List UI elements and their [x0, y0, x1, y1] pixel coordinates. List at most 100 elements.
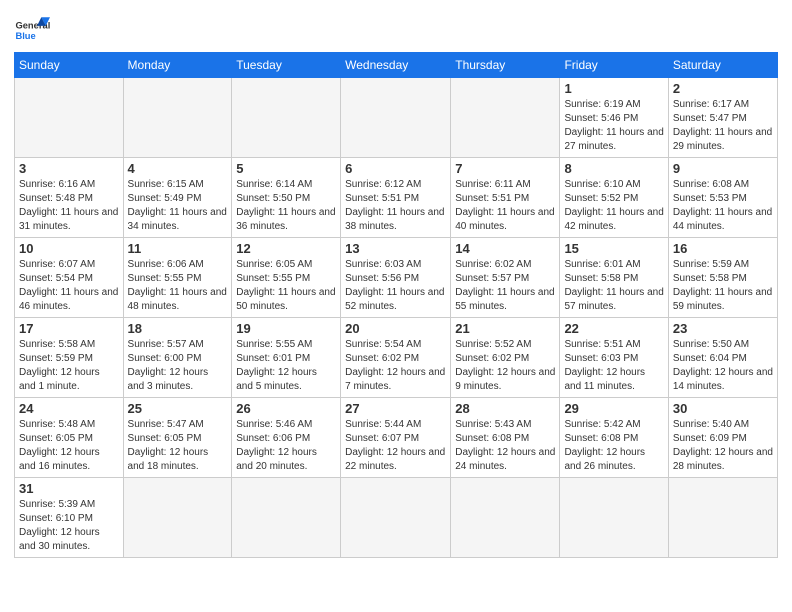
calendar-week-4: 24Sunrise: 5:48 AM Sunset: 6:05 PM Dayli… — [15, 398, 778, 478]
logo: General Blue — [14, 10, 50, 46]
day-info: Sunrise: 6:12 AM Sunset: 5:51 PM Dayligh… — [345, 178, 446, 234]
calendar-cell — [341, 478, 451, 558]
day-info: Sunrise: 5:54 AM Sunset: 6:02 PM Dayligh… — [345, 338, 446, 394]
calendar-cell: 14 Sunrise: 6:02 AM Sunset: 5:57 PM Dayli… — [451, 238, 560, 318]
calendar-week-1: 3 Sunrise: 6:16 AM Sunset: 5:48 PM Daylig… — [15, 158, 778, 238]
calendar-week-3: 17Sunrise: 5:58 AM Sunset: 5:59 PM Dayli… — [15, 318, 778, 398]
day-number: 31 — [19, 481, 119, 496]
calendar-cell — [668, 478, 777, 558]
calendar-cell — [232, 478, 341, 558]
calendar-cell: 18 Sunrise: 5:57 AM Sunset: 6:00 PM Dayli… — [123, 318, 232, 398]
day-info: Sunrise: 6:03 AM Sunset: 5:56 PM Dayligh… — [345, 258, 446, 314]
weekday-header-friday: Friday — [560, 53, 668, 78]
calendar-cell: 19Sunrise: 5:55 AM Sunset: 6:01 PM Dayli… — [232, 318, 341, 398]
weekday-header-sunday: Sunday — [15, 53, 124, 78]
header: General Blue — [14, 10, 778, 46]
day-info: Sunrise: 6:16 AM Sunset: 5:48 PM Dayligh… — [19, 178, 119, 234]
calendar-cell: 30 Sunrise: 5:40 AM Sunset: 6:09 PM Dayli… — [668, 398, 777, 478]
weekday-header-wednesday: Wednesday — [341, 53, 451, 78]
svg-text:Blue: Blue — [15, 31, 35, 41]
day-number: 18 — [128, 321, 228, 336]
day-number: 11 — [128, 241, 228, 256]
day-number: 15 — [564, 241, 663, 256]
day-info: Sunrise: 6:06 AM Sunset: 5:55 PM Dayligh… — [128, 258, 228, 314]
calendar-cell — [451, 478, 560, 558]
calendar-cell: 15 Sunrise: 6:01 AM Sunset: 5:58 PM Dayli… — [560, 238, 668, 318]
day-info: Sunrise: 5:40 AM Sunset: 6:09 PM Dayligh… — [673, 418, 773, 474]
day-info: Sunrise: 6:02 AM Sunset: 5:57 PM Dayligh… — [455, 258, 555, 314]
calendar-cell: 27Sunrise: 5:44 AM Sunset: 6:07 PM Dayli… — [341, 398, 451, 478]
calendar-cell — [123, 478, 232, 558]
day-number: 12 — [236, 241, 336, 256]
calendar-cell: 10Sunrise: 6:07 AM Sunset: 5:54 PM Dayli… — [15, 238, 124, 318]
calendar-cell — [560, 478, 668, 558]
day-info: Sunrise: 6:10 AM Sunset: 5:52 PM Dayligh… — [564, 178, 663, 234]
calendar-cell — [232, 78, 341, 158]
calendar-cell — [15, 78, 124, 158]
weekday-header-tuesday: Tuesday — [232, 53, 341, 78]
day-number: 28 — [455, 401, 555, 416]
day-info: Sunrise: 6:01 AM Sunset: 5:58 PM Dayligh… — [564, 258, 663, 314]
day-number: 8 — [564, 161, 663, 176]
calendar-cell: 16 Sunrise: 5:59 AM Sunset: 5:58 PM Dayli… — [668, 238, 777, 318]
day-number: 4 — [128, 161, 228, 176]
weekday-header-thursday: Thursday — [451, 53, 560, 78]
day-info: Sunrise: 5:57 AM Sunset: 6:00 PM Dayligh… — [128, 338, 228, 394]
calendar-cell: 24Sunrise: 5:48 AM Sunset: 6:05 PM Dayli… — [15, 398, 124, 478]
day-info: Sunrise: 5:55 AM Sunset: 6:01 PM Dayligh… — [236, 338, 336, 394]
calendar-cell: 29Sunrise: 5:42 AM Sunset: 6:08 PM Dayli… — [560, 398, 668, 478]
day-number: 5 — [236, 161, 336, 176]
calendar-cell — [123, 78, 232, 158]
calendar-cell: 12 Sunrise: 6:05 AM Sunset: 5:55 PM Dayli… — [232, 238, 341, 318]
calendar-cell: 21 Sunrise: 5:52 AM Sunset: 6:02 PM Dayli… — [451, 318, 560, 398]
calendar-week-5: 31Sunrise: 5:39 AM Sunset: 6:10 PM Dayli… — [15, 478, 778, 558]
day-number: 23 — [673, 321, 773, 336]
calendar-cell: 17Sunrise: 5:58 AM Sunset: 5:59 PM Dayli… — [15, 318, 124, 398]
day-info: Sunrise: 5:48 AM Sunset: 6:05 PM Dayligh… — [19, 418, 119, 474]
day-info: Sunrise: 5:50 AM Sunset: 6:04 PM Dayligh… — [673, 338, 773, 394]
day-info: Sunrise: 5:52 AM Sunset: 6:02 PM Dayligh… — [455, 338, 555, 394]
day-number: 13 — [345, 241, 446, 256]
calendar-cell: 5Sunrise: 6:14 AM Sunset: 5:50 PM Daylig… — [232, 158, 341, 238]
day-number: 22 — [564, 321, 663, 336]
day-info: Sunrise: 6:17 AM Sunset: 5:47 PM Dayligh… — [673, 98, 773, 154]
day-number: 20 — [345, 321, 446, 336]
calendar-cell: 11 Sunrise: 6:06 AM Sunset: 5:55 PM Dayli… — [123, 238, 232, 318]
calendar-cell — [341, 78, 451, 158]
calendar-cell: 7 Sunrise: 6:11 AM Sunset: 5:51 PM Daylig… — [451, 158, 560, 238]
day-info: Sunrise: 5:58 AM Sunset: 5:59 PM Dayligh… — [19, 338, 119, 394]
day-number: 14 — [455, 241, 555, 256]
weekday-header-saturday: Saturday — [668, 53, 777, 78]
day-number: 7 — [455, 161, 555, 176]
day-number: 2 — [673, 81, 773, 96]
day-number: 16 — [673, 241, 773, 256]
logo-icon: General Blue — [14, 10, 50, 46]
calendar-cell: 31Sunrise: 5:39 AM Sunset: 6:10 PM Dayli… — [15, 478, 124, 558]
calendar-cell — [451, 78, 560, 158]
day-info: Sunrise: 6:05 AM Sunset: 5:55 PM Dayligh… — [236, 258, 336, 314]
calendar-cell: 26Sunrise: 5:46 AM Sunset: 6:06 PM Dayli… — [232, 398, 341, 478]
day-info: Sunrise: 5:51 AM Sunset: 6:03 PM Dayligh… — [564, 338, 663, 394]
calendar-cell: 9Sunrise: 6:08 AM Sunset: 5:53 PM Daylig… — [668, 158, 777, 238]
day-info: Sunrise: 6:19 AM Sunset: 5:46 PM Dayligh… — [564, 98, 663, 154]
day-number: 26 — [236, 401, 336, 416]
calendar-cell: 23 Sunrise: 5:50 AM Sunset: 6:04 PM Dayli… — [668, 318, 777, 398]
calendar-week-2: 10Sunrise: 6:07 AM Sunset: 5:54 PM Dayli… — [15, 238, 778, 318]
day-number: 3 — [19, 161, 119, 176]
calendar-cell: 20 Sunrise: 5:54 AM Sunset: 6:02 PM Dayli… — [341, 318, 451, 398]
weekday-header-row: SundayMondayTuesdayWednesdayThursdayFrid… — [15, 53, 778, 78]
page: General Blue SundayMondayTuesdayWednesda… — [0, 0, 792, 612]
day-number: 30 — [673, 401, 773, 416]
calendar-cell: 1Sunrise: 6:19 AM Sunset: 5:46 PM Daylig… — [560, 78, 668, 158]
day-info: Sunrise: 6:11 AM Sunset: 5:51 PM Dayligh… — [455, 178, 555, 234]
calendar-cell: 25Sunrise: 5:47 AM Sunset: 6:05 PM Dayli… — [123, 398, 232, 478]
calendar-cell: 28Sunrise: 5:43 AM Sunset: 6:08 PM Dayli… — [451, 398, 560, 478]
day-info: Sunrise: 5:59 AM Sunset: 5:58 PM Dayligh… — [673, 258, 773, 314]
day-info: Sunrise: 6:15 AM Sunset: 5:49 PM Dayligh… — [128, 178, 228, 234]
day-info: Sunrise: 5:44 AM Sunset: 6:07 PM Dayligh… — [345, 418, 446, 474]
calendar-cell: 13 Sunrise: 6:03 AM Sunset: 5:56 PM Dayli… — [341, 238, 451, 318]
calendar-cell: 2 Sunrise: 6:17 AM Sunset: 5:47 PM Daylig… — [668, 78, 777, 158]
day-number: 21 — [455, 321, 555, 336]
calendar: SundayMondayTuesdayWednesdayThursdayFrid… — [14, 52, 778, 558]
day-number: 25 — [128, 401, 228, 416]
